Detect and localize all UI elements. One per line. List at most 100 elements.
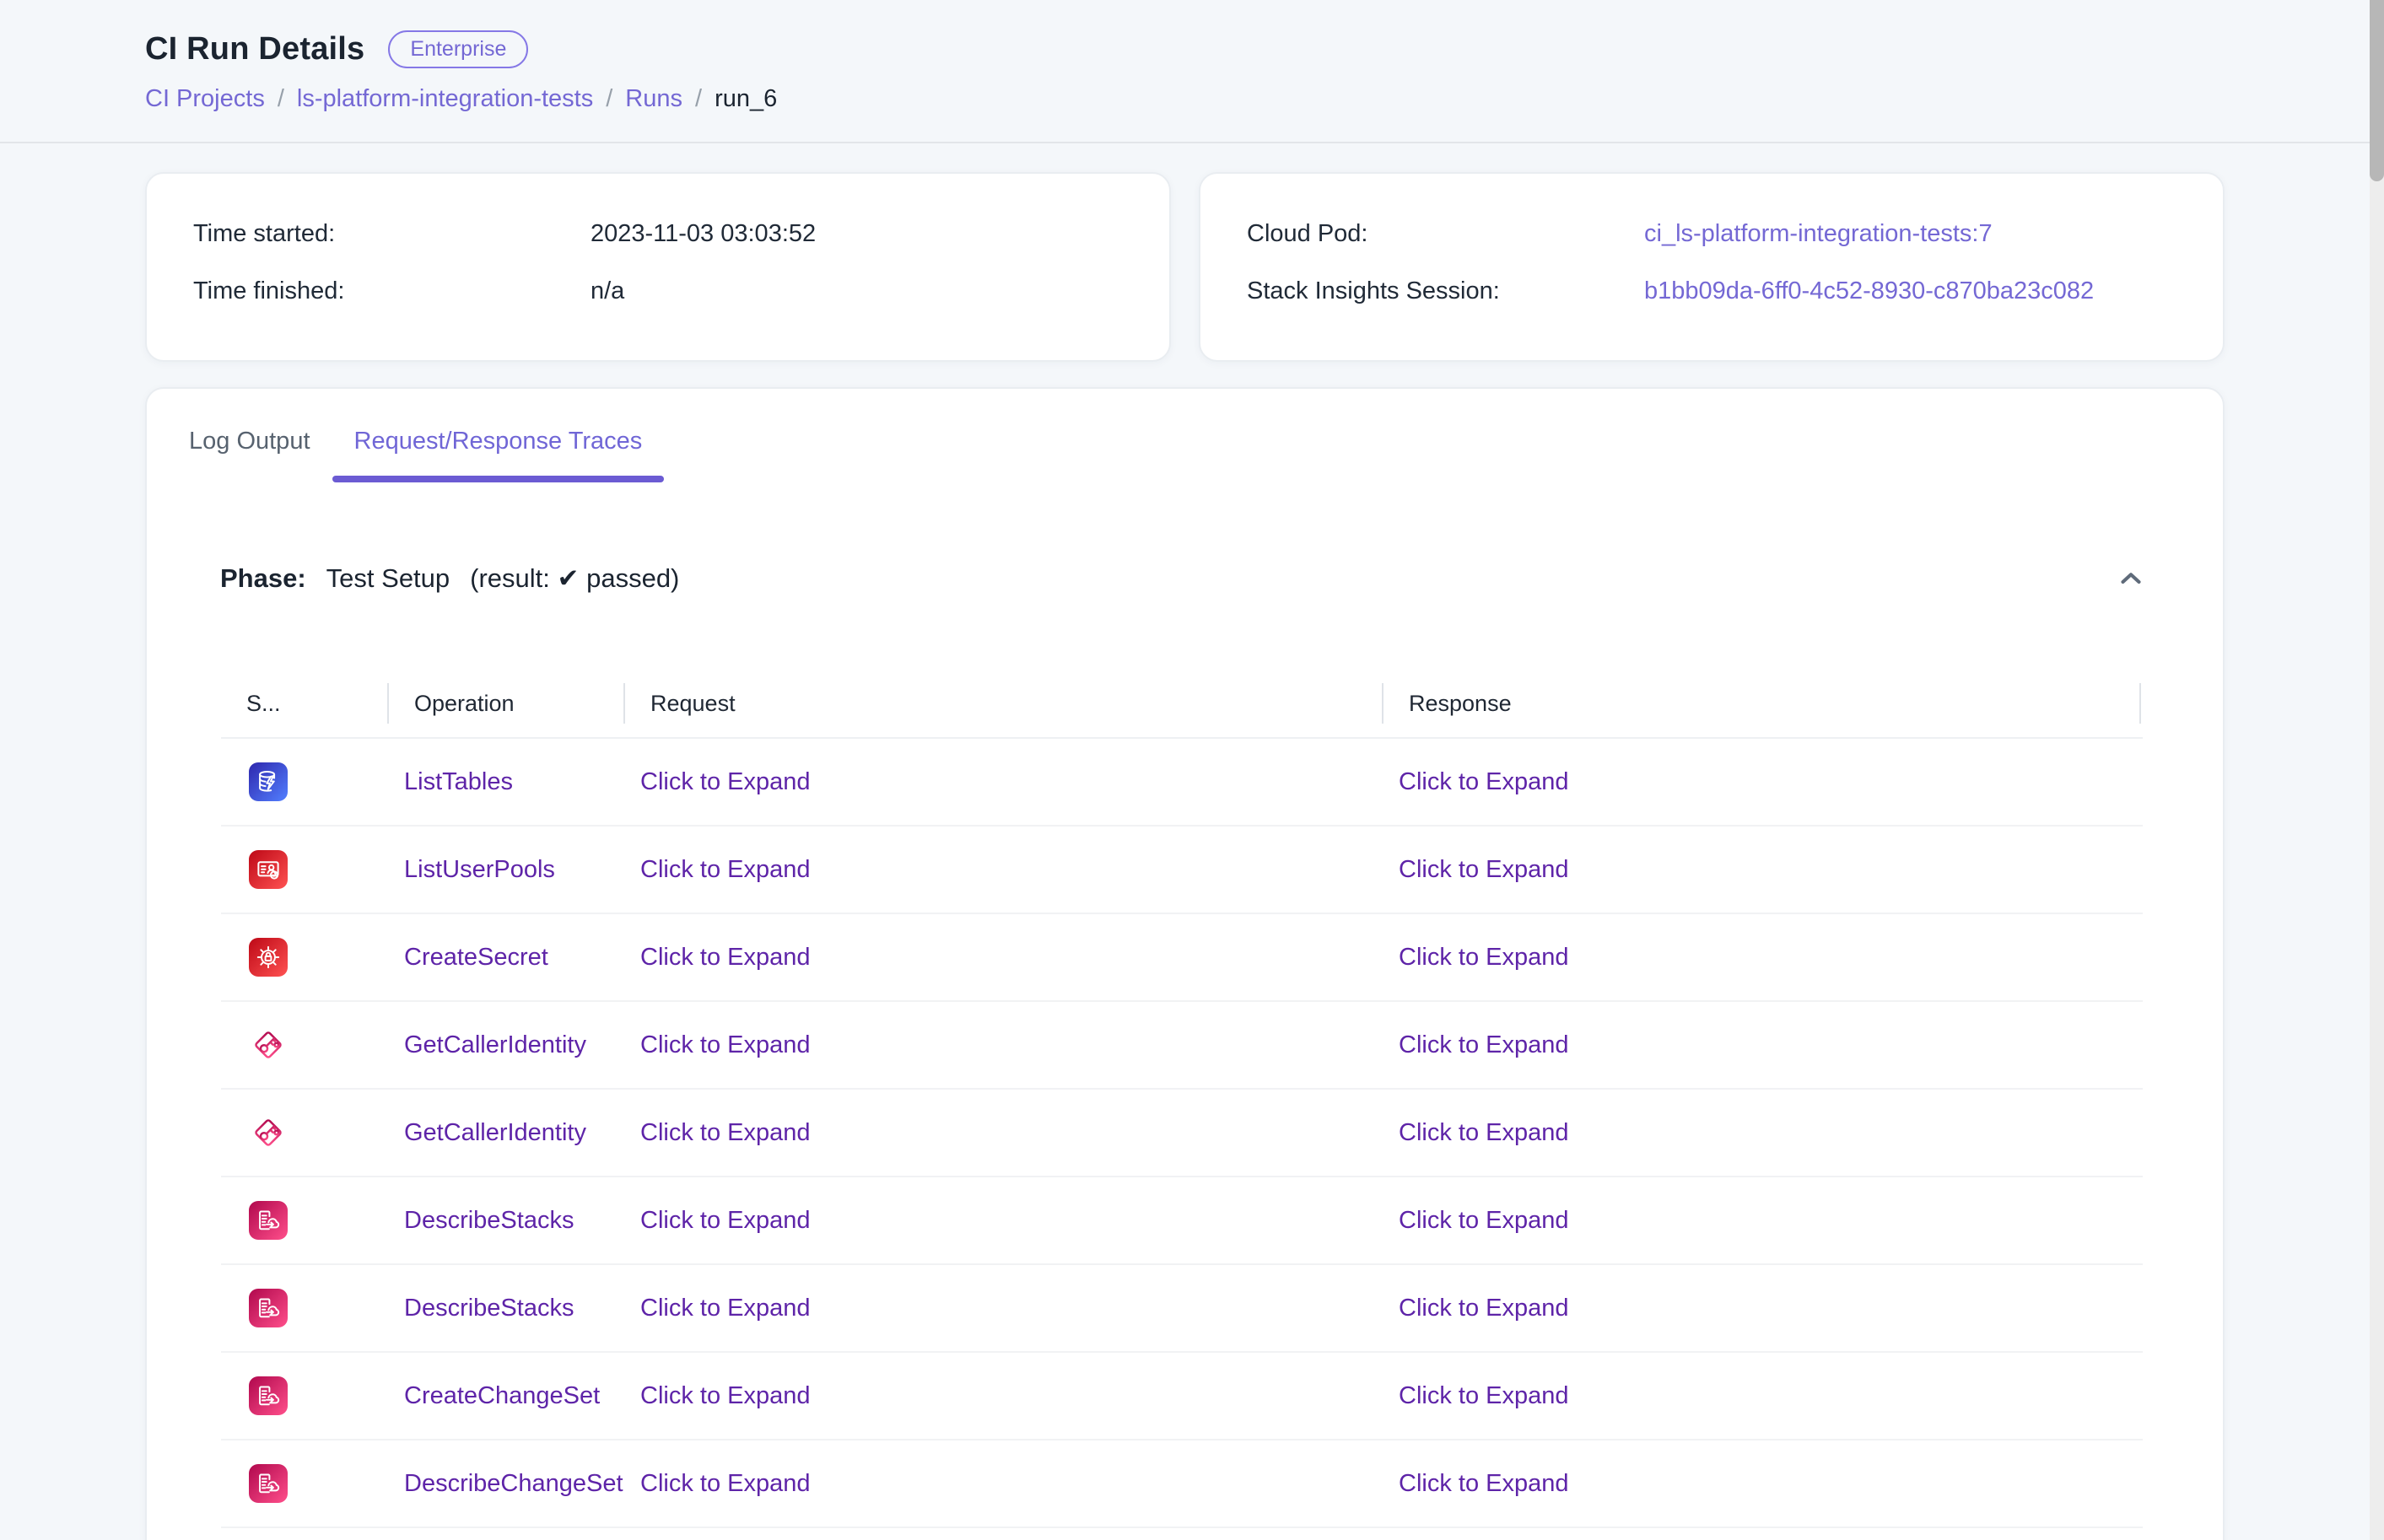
- table-row: DescribeChangeSet Click to Expand Click …: [221, 1440, 2143, 1528]
- response-cell: Click to Expand: [1383, 1119, 2141, 1147]
- phase-name: Test Setup: [326, 563, 450, 594]
- response-expand-link[interactable]: Click to Expand: [1399, 1119, 1569, 1146]
- sts-icon: [249, 1026, 288, 1064]
- chevron-up-icon: [2115, 563, 2147, 595]
- traces-table: S...OperationRequestResponse ListTables …: [221, 670, 2143, 1528]
- response-expand-link[interactable]: Click to Expand: [1399, 768, 1569, 795]
- operation-cell: DescribeStacks: [389, 1207, 625, 1235]
- cloudformation-icon: [249, 1289, 288, 1327]
- service-cell: [221, 1026, 389, 1064]
- info-row: Time started:2023-11-03 03:03:52: [193, 218, 1169, 250]
- response-expand-link[interactable]: Click to Expand: [1399, 1470, 1569, 1497]
- breadcrumb-item: run_6: [715, 85, 777, 113]
- operation-cell: GetCallerIdentity: [389, 1031, 625, 1059]
- request-expand-link[interactable]: Click to Expand: [640, 1207, 811, 1234]
- info-label: Time finished:: [193, 277, 591, 305]
- table-row: DescribeStacks Click to Expand Click to …: [221, 1177, 2143, 1265]
- page-header: CI Run Details Enterprise CI Projects / ls…: [0, 0, 2384, 143]
- request-expand-link[interactable]: Click to Expand: [640, 768, 811, 795]
- request-cell: Click to Expand: [625, 1031, 1383, 1059]
- summary-cards-row: Time started:2023-11-03 03:03:52 Time fin…: [145, 172, 2225, 362]
- table-row: ListUserPools Click to Expand Click to E…: [221, 827, 2143, 914]
- info-row: Stack Insights Session:b1bb09da-6ff0-4c5…: [1247, 275, 2223, 307]
- request-cell: Click to Expand: [625, 1119, 1383, 1147]
- response-expand-link[interactable]: Click to Expand: [1399, 856, 1569, 883]
- table-row: CreateSecret Click to Expand Click to Ex…: [221, 914, 2143, 1002]
- column-header[interactable]: Response: [1383, 670, 2141, 737]
- service-cell: [221, 850, 389, 889]
- breadcrumb-item[interactable]: ls-platform-integration-tests: [297, 85, 593, 113]
- phase-result: (result: ✔ passed): [470, 563, 679, 594]
- tab-log-output[interactable]: Log Output: [167, 389, 332, 482]
- table-row: ListTables Click to Expand Click to Expa…: [221, 739, 2143, 827]
- request-cell: Click to Expand: [625, 768, 1383, 796]
- service-cell: [221, 1376, 389, 1415]
- tab-bar: Log OutputRequest/Response Traces: [147, 389, 2223, 482]
- service-cell: [221, 1113, 389, 1152]
- table-row: GetCallerIdentity Click to Expand Click …: [221, 1002, 2143, 1090]
- collapse-phase-button[interactable]: [2111, 558, 2151, 599]
- request-expand-link[interactable]: Click to Expand: [640, 1470, 811, 1497]
- info-label: Time started:: [193, 220, 591, 248]
- table-row: GetCallerIdentity Click to Expand Click …: [221, 1090, 2143, 1177]
- dynamodb-icon: [249, 762, 288, 801]
- response-cell: Click to Expand: [1383, 1382, 2141, 1410]
- request-cell: Click to Expand: [625, 1207, 1383, 1235]
- service-cell: [221, 1289, 389, 1327]
- column-header[interactable]: Operation: [389, 670, 625, 737]
- response-cell: Click to Expand: [1383, 856, 2141, 884]
- enterprise-badge: Enterprise: [388, 30, 528, 68]
- breadcrumb-separator: /: [606, 85, 612, 113]
- response-expand-link[interactable]: Click to Expand: [1399, 1382, 1569, 1409]
- request-cell: Click to Expand: [625, 1382, 1383, 1410]
- request-expand-link[interactable]: Click to Expand: [640, 1382, 811, 1409]
- request-expand-link[interactable]: Click to Expand: [640, 1119, 811, 1146]
- response-cell: Click to Expand: [1383, 1470, 2141, 1498]
- cloudformation-icon: [249, 1201, 288, 1240]
- sts-icon: [249, 1113, 288, 1152]
- operation-cell: ListTables: [389, 768, 625, 796]
- table-row: DescribeStacks Click to Expand Click to …: [221, 1265, 2143, 1353]
- request-expand-link[interactable]: Click to Expand: [640, 944, 811, 971]
- ci-run-details-page: CI Run Details Enterprise CI Projects / ls…: [0, 0, 2384, 1540]
- request-expand-link[interactable]: Click to Expand: [640, 856, 811, 883]
- breadcrumb-item[interactable]: Runs: [625, 85, 682, 113]
- info-row: Time finished:n/a: [193, 275, 1169, 307]
- info-label: Stack Insights Session:: [1247, 277, 1644, 305]
- cloudformation-icon: [249, 1376, 288, 1415]
- info-row: Cloud Pod:ci_ls-platform-integration-tes…: [1247, 218, 2223, 250]
- response-cell: Click to Expand: [1383, 1295, 2141, 1322]
- scrollbar-thumb[interactable]: [2370, 0, 2384, 181]
- response-expand-link[interactable]: Click to Expand: [1399, 944, 1569, 971]
- response-expand-link[interactable]: Click to Expand: [1399, 1031, 1569, 1058]
- info-label: Cloud Pod:: [1247, 220, 1644, 248]
- response-cell: Click to Expand: [1383, 1207, 2141, 1235]
- operation-cell: DescribeChangeSet: [389, 1470, 625, 1498]
- breadcrumb: CI Projects / ls-platform-integration-test…: [145, 85, 2384, 113]
- service-cell: [221, 762, 389, 801]
- breadcrumb-separator: /: [278, 85, 284, 113]
- operation-cell: CreateChangeSet: [389, 1382, 625, 1410]
- operation-cell: GetCallerIdentity: [389, 1119, 625, 1147]
- request-cell: Click to Expand: [625, 944, 1383, 972]
- request-cell: Click to Expand: [625, 856, 1383, 884]
- response-expand-link[interactable]: Click to Expand: [1399, 1295, 1569, 1322]
- cloud-info-card: Cloud Pod:ci_ls-platform-integration-tes…: [1199, 172, 2225, 362]
- cognito-icon: [249, 850, 288, 889]
- service-cell: [221, 938, 389, 977]
- request-cell: Click to Expand: [625, 1470, 1383, 1498]
- tab-request-response-traces[interactable]: Request/Response Traces: [332, 389, 665, 482]
- info-value-link[interactable]: b1bb09da-6ff0-4c52-8930-c870ba23c082: [1644, 277, 2094, 305]
- page-title: CI Run Details: [145, 31, 364, 67]
- cloudformation-icon: [249, 1464, 288, 1503]
- table-row: CreateChangeSet Click to Expand Click to…: [221, 1353, 2143, 1440]
- column-header[interactable]: S...: [221, 670, 389, 737]
- request-expand-link[interactable]: Click to Expand: [640, 1295, 811, 1322]
- breadcrumb-item[interactable]: CI Projects: [145, 85, 265, 113]
- response-expand-link[interactable]: Click to Expand: [1399, 1207, 1569, 1234]
- service-cell: [221, 1201, 389, 1240]
- column-header[interactable]: Request: [625, 670, 1383, 737]
- info-value-link[interactable]: ci_ls-platform-integration-tests:7: [1644, 220, 1993, 248]
- request-expand-link[interactable]: Click to Expand: [640, 1031, 811, 1058]
- page-scrollbar: [2370, 0, 2384, 1540]
